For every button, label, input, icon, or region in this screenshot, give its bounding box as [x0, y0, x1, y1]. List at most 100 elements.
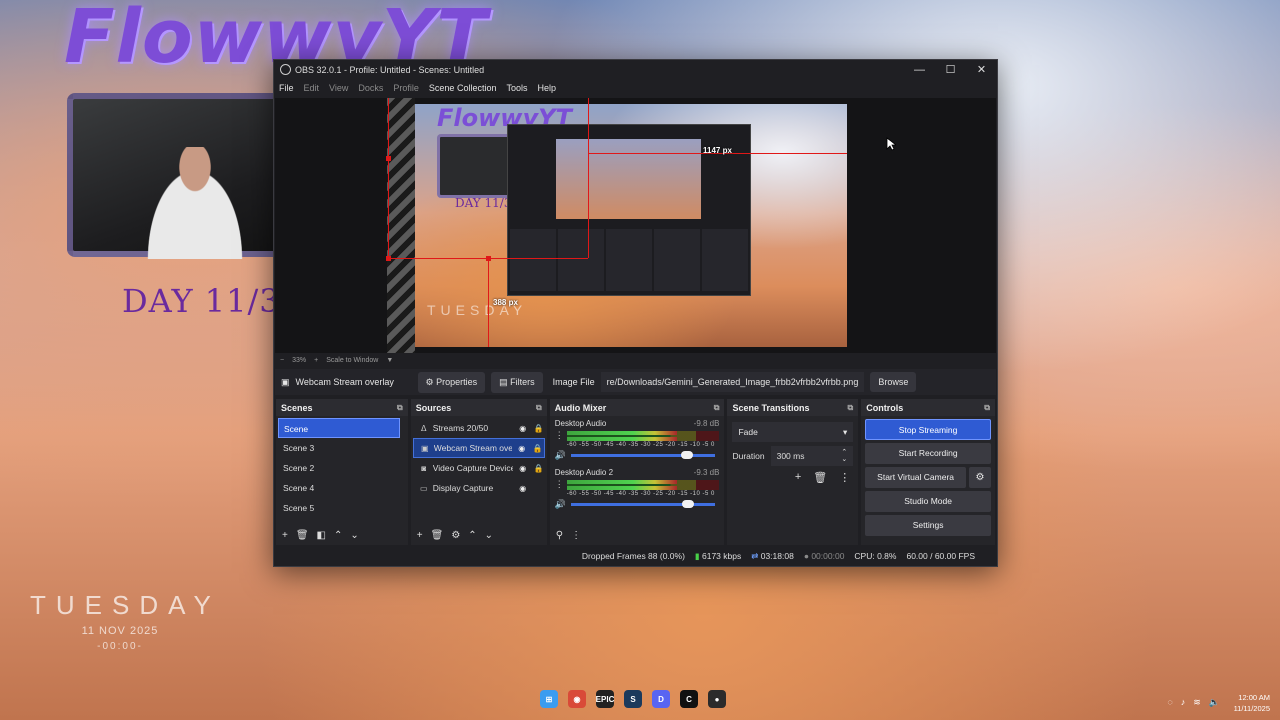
- duration-stepper[interactable]: 300 ms ⌃ ⌄: [770, 446, 854, 466]
- transition-menu-icon[interactable]: ⋮: [839, 471, 850, 484]
- volume-icon[interactable]: 🔈: [1209, 697, 1220, 708]
- remove-transition-button[interactable]: 🗑: [813, 471, 827, 484]
- wifi-icon[interactable]: ≋: [1193, 697, 1201, 708]
- undock-icon[interactable]: ⧉: [714, 403, 720, 413]
- scene-item[interactable]: Scene: [278, 418, 400, 438]
- speaker-icon[interactable]: 🔊: [555, 499, 566, 510]
- advanced-audio-icon[interactable]: ⚲: [556, 530, 563, 541]
- clock-time: 12:00 AM: [1238, 693, 1270, 702]
- network-icon[interactable]: ◌: [1167, 697, 1172, 708]
- maximize-button[interactable]: ☐: [935, 63, 966, 76]
- remove-source-button[interactable]: 🗑: [431, 530, 444, 541]
- volume-slider-knob[interactable]: [680, 451, 693, 459]
- virtual-camera-gear-icon[interactable]: ⚙: [968, 467, 991, 488]
- studio-mode-button[interactable]: Studio Mode: [865, 491, 991, 512]
- track-menu-icon[interactable]: ⋮: [555, 479, 564, 490]
- visibility-eye-icon[interactable]: ◉: [516, 444, 528, 453]
- menu-edit[interactable]: Edit: [304, 83, 320, 93]
- browse-button[interactable]: Browse: [870, 372, 917, 392]
- resize-handle-bottom-left[interactable]: [386, 256, 391, 261]
- menu-view[interactable]: View: [329, 83, 348, 93]
- visibility-eye-icon[interactable]: ◉: [517, 464, 529, 473]
- scene-item[interactable]: Scene 2: [278, 458, 400, 478]
- move-scene-up-button[interactable]: ⌃: [334, 530, 342, 541]
- scene-item[interactable]: Scene 4: [278, 478, 400, 498]
- scale-mode[interactable]: Scale to Window: [326, 357, 378, 364]
- settings-button[interactable]: Settings: [865, 515, 991, 536]
- image-file-path[interactable]: re/Downloads/Gemini_Generated_Image_frbb…: [600, 372, 865, 392]
- source-item[interactable]: ▭ Display Capture ◉: [413, 478, 545, 498]
- mic-icon[interactable]: ♪: [1181, 697, 1186, 708]
- lock-icon[interactable]: 🔒: [533, 464, 545, 473]
- filters-button[interactable]: ▤ Filters: [491, 371, 543, 393]
- scene-item[interactable]: Scene 5: [278, 498, 400, 518]
- resize-handle-bottom[interactable]: [486, 256, 491, 261]
- chrome-icon[interactable]: ◉: [568, 690, 586, 708]
- volume-meter: [566, 430, 720, 441]
- undock-icon[interactable]: ⧉: [397, 403, 403, 413]
- source-item[interactable]: ◙ Video Capture Device ◉ 🔒: [413, 458, 545, 478]
- stop-streaming-button[interactable]: Stop Streaming: [865, 419, 991, 440]
- close-button[interactable]: ✕: [966, 63, 997, 76]
- visibility-eye-icon[interactable]: ◉: [517, 484, 529, 493]
- minimize-button[interactable]: —: [904, 64, 935, 76]
- volume-slider-knob[interactable]: [681, 500, 694, 508]
- add-source-button[interactable]: +: [417, 530, 423, 541]
- zoom-in-button[interactable]: +: [314, 357, 318, 364]
- transition-select[interactable]: Fade ▾: [732, 422, 854, 442]
- scenes-toolbar: + 🗑 ◧ ⌃ ⌄: [276, 525, 408, 545]
- menu-tools[interactable]: Tools: [506, 83, 527, 93]
- controls-dock: Controls ⧉ Stop Streaming Start Recordin…: [861, 399, 995, 545]
- source-properties-gear-icon[interactable]: ⚙: [451, 530, 460, 541]
- menu-help[interactable]: Help: [537, 83, 556, 93]
- meter-scale: -60 -55 -50 -45 -40 -35 -30 -25 -20 -15 …: [566, 491, 715, 497]
- lock-icon[interactable]: 🔒: [532, 444, 544, 453]
- move-scene-down-button[interactable]: ⌄: [350, 530, 358, 541]
- add-transition-button[interactable]: +: [795, 471, 801, 484]
- menu-profile[interactable]: Profile: [393, 83, 419, 93]
- source-item[interactable]: ▣ Webcam Stream overlay ◉ 🔒: [412, 438, 545, 458]
- scene-filters-button[interactable]: ◧: [317, 530, 326, 541]
- record-icon: ●: [803, 551, 809, 561]
- mixer-menu-icon[interactable]: ⋮: [571, 530, 581, 541]
- chevron-down-icon[interactable]: ▼: [386, 357, 393, 364]
- undock-icon[interactable]: ⧉: [984, 403, 990, 413]
- windows-start-icon[interactable]: ⊞: [540, 690, 558, 708]
- taskbar-clock[interactable]: 12:00 AM 11/11/2025: [1234, 692, 1270, 714]
- move-source-up-button[interactable]: ⌃: [468, 530, 476, 541]
- track-db: -9.3 dB: [693, 468, 720, 477]
- capcut-icon[interactable]: C: [680, 690, 698, 708]
- epic-games-icon[interactable]: EPIC: [596, 690, 614, 708]
- track-menu-icon[interactable]: ⋮: [555, 430, 564, 441]
- add-scene-button[interactable]: +: [282, 530, 288, 541]
- menu-docks[interactable]: Docks: [358, 83, 383, 93]
- sources-toolbar: + 🗑 ⚙ ⌃ ⌄: [411, 525, 547, 545]
- move-source-down-button[interactable]: ⌄: [485, 530, 493, 541]
- menu-bar: File Edit View Docks Profile Scene Colle…: [274, 79, 997, 97]
- volume-slider[interactable]: [570, 500, 716, 508]
- stepper-arrows-icon[interactable]: ⌃ ⌄: [841, 449, 847, 463]
- discord-icon[interactable]: D: [652, 690, 670, 708]
- menu-file[interactable]: File: [279, 83, 294, 93]
- speaker-icon[interactable]: 🔊: [555, 450, 566, 461]
- preview-canvas[interactable]: FlowwyYT DAY 11/30 TUESDAY: [415, 104, 847, 347]
- volume-slider[interactable]: [570, 451, 716, 459]
- undock-icon[interactable]: ⧉: [848, 403, 854, 413]
- obs-icon[interactable]: ●: [708, 690, 726, 708]
- resize-handle-left[interactable]: [386, 156, 391, 161]
- remove-scene-button[interactable]: 🗑: [296, 530, 309, 541]
- undock-icon[interactable]: ⧉: [536, 403, 542, 413]
- clock-date: 11/11/2025: [1233, 704, 1270, 713]
- lock-icon[interactable]: 🔒: [533, 424, 545, 433]
- visibility-eye-icon[interactable]: ◉: [517, 424, 529, 433]
- distance-label-bottom: 388 px: [493, 298, 518, 307]
- scene-item[interactable]: Scene 3: [278, 438, 400, 458]
- source-item[interactable]: ᐃ Streams 20/50 ◉ 🔒: [413, 418, 545, 438]
- start-virtual-camera-button[interactable]: Start Virtual Camera: [865, 467, 966, 488]
- duration-label: Duration: [732, 451, 765, 461]
- start-recording-button[interactable]: Start Recording: [865, 443, 991, 464]
- zoom-out-button[interactable]: −: [280, 357, 284, 364]
- steam-icon[interactable]: S: [624, 690, 642, 708]
- menu-scene-collection[interactable]: Scene Collection: [429, 83, 497, 93]
- properties-button[interactable]: ⚙ Properties: [417, 371, 486, 393]
